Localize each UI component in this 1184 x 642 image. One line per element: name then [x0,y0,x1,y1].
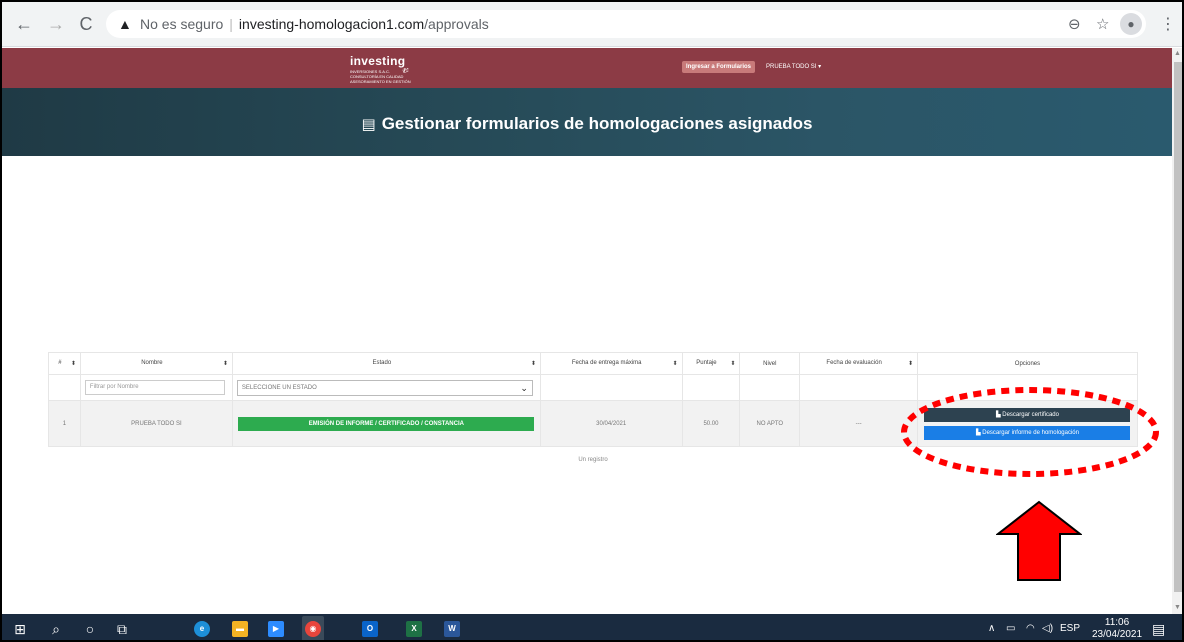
row-name: PRUEBA TODO SI [79,400,233,447]
language-indicator[interactable]: ESP [1060,623,1080,634]
col-eval-date[interactable]: Fecha de evaluación ⬍ [799,352,918,375]
vertical-scrollbar[interactable]: ▲ ▼ [1172,48,1182,614]
browser-toolbar: ← → C ▲ No es seguro | investing-homologac… [2,2,1182,47]
clock-date: 23/04/2021 [1092,629,1143,640]
excel-icon[interactable]: X [406,621,422,637]
app-header: investing INVERSIONES S.A.C. CONSULTORÍA… [2,48,1172,88]
row-level: NO APTO [739,400,801,447]
logo-mark-icon: 𝓋 [402,60,409,76]
back-icon[interactable]: ← [14,14,34,34]
scroll-down-icon[interactable]: ▼ [1174,604,1181,611]
zoom-icon[interactable]: ⊖ [1068,15,1081,33]
calendar-icon: ▤ [361,116,376,133]
highlight-ellipse [901,387,1159,477]
security-label: No es seguro [140,16,224,32]
menu-icon[interactable]: ⋮ [1160,14,1176,34]
url-host: investing-homologacion1.com [238,16,425,32]
sort-icon: ⬍ [907,361,913,367]
col-state[interactable]: Estado ⬍ [231,352,541,375]
word-icon[interactable]: W [444,621,460,637]
row-number: 1 [48,400,81,447]
clock-time: 11:06 [1104,617,1130,628]
zoom-app-icon[interactable]: ▶ [268,621,284,637]
outlook-icon[interactable]: O [362,621,378,637]
name-filter-input[interactable]: Filtrar por Nombre [84,380,225,395]
address-bar[interactable]: ▲ No es seguro | investing-homologacion1.c… [106,10,1146,38]
col-options: Opciones [916,352,1139,375]
windows-start-icon[interactable]: ⊞ [10,619,30,639]
profile-icon[interactable]: ● [1120,13,1142,35]
wifi-icon[interactable]: ◠ [1026,623,1035,634]
row-due-date: 30/04/2021 [539,400,683,447]
col-number[interactable]: # ⬍ [48,352,81,375]
sort-icon: ⬍ [730,361,736,367]
edge-icon[interactable]: e [194,621,210,637]
arrow-up-icon [996,500,1082,581]
forms-button[interactable]: Ingresar a Formularios [682,61,756,73]
cortana-icon[interactable]: ○ [80,619,100,639]
sort-icon: ⬍ [222,361,228,367]
table-header: # ⬍ Nombre ⬍ Estado ⬍ Fecha de entrega máxi… [48,352,1139,375]
notification-icon[interactable]: ▤ [1152,621,1165,638]
status-badge: EMISIÓN DE INFORME / CERTIFICADO / CONST… [238,416,535,431]
screenshot-frame: ← → C ▲ No es seguro | investing-homologac… [0,0,1184,642]
url-path: /approvals [424,16,489,32]
sort-icon: ⬍ [530,361,536,367]
forward-icon[interactable]: → [46,14,66,34]
star-icon[interactable]: ☆ [1096,15,1109,33]
state-filter-select[interactable]: SELECCIONE UN ESTADO ⌄ [236,379,533,396]
col-score[interactable]: Puntaje ⬍ [681,352,741,375]
sort-icon: ⬍ [70,361,76,367]
row-score: 50.00 [681,400,741,447]
chrome-icon[interactable]: ◉ [305,621,321,637]
col-due-date[interactable]: Fecha de entrega máxima ⬍ [539,352,683,375]
volume-icon[interactable]: ◁) [1042,623,1053,634]
user-menu[interactable]: PRUEBA TODO SI ▾ [766,63,821,70]
file-explorer-icon[interactable]: ▬ [232,621,248,637]
task-view-icon[interactable]: ⧉ [112,619,132,639]
sort-icon: ⬍ [672,361,678,367]
scrollbar-thumb[interactable] [1174,62,1182,592]
col-level: Nivel [739,352,801,375]
col-name[interactable]: Nombre ⬍ [79,352,233,375]
search-icon[interactable]: ⌕ [46,619,66,639]
clock[interactable]: 11:06 23/04/2021 [1092,617,1143,640]
chevron-down-icon: ⌄ [520,382,528,393]
battery-icon[interactable]: ▭ [1006,623,1015,634]
tray-chevron-icon[interactable]: ∧ [988,623,995,634]
scroll-up-icon[interactable]: ▲ [1174,50,1181,57]
page-banner: ▤ Gestionar formularios de homologaciones… [2,88,1172,156]
warning-icon: ▲ [118,16,132,32]
windows-taskbar: ⊞ ⌕ ○ ⧉ e ▬ ▶ ◉ O X W ∧ ▭ ◠ ◁) ESP 11:06… [2,614,1182,640]
reload-icon[interactable]: C [76,14,96,34]
page-title: ▤ Gestionar formularios de homologaciones… [361,114,813,133]
